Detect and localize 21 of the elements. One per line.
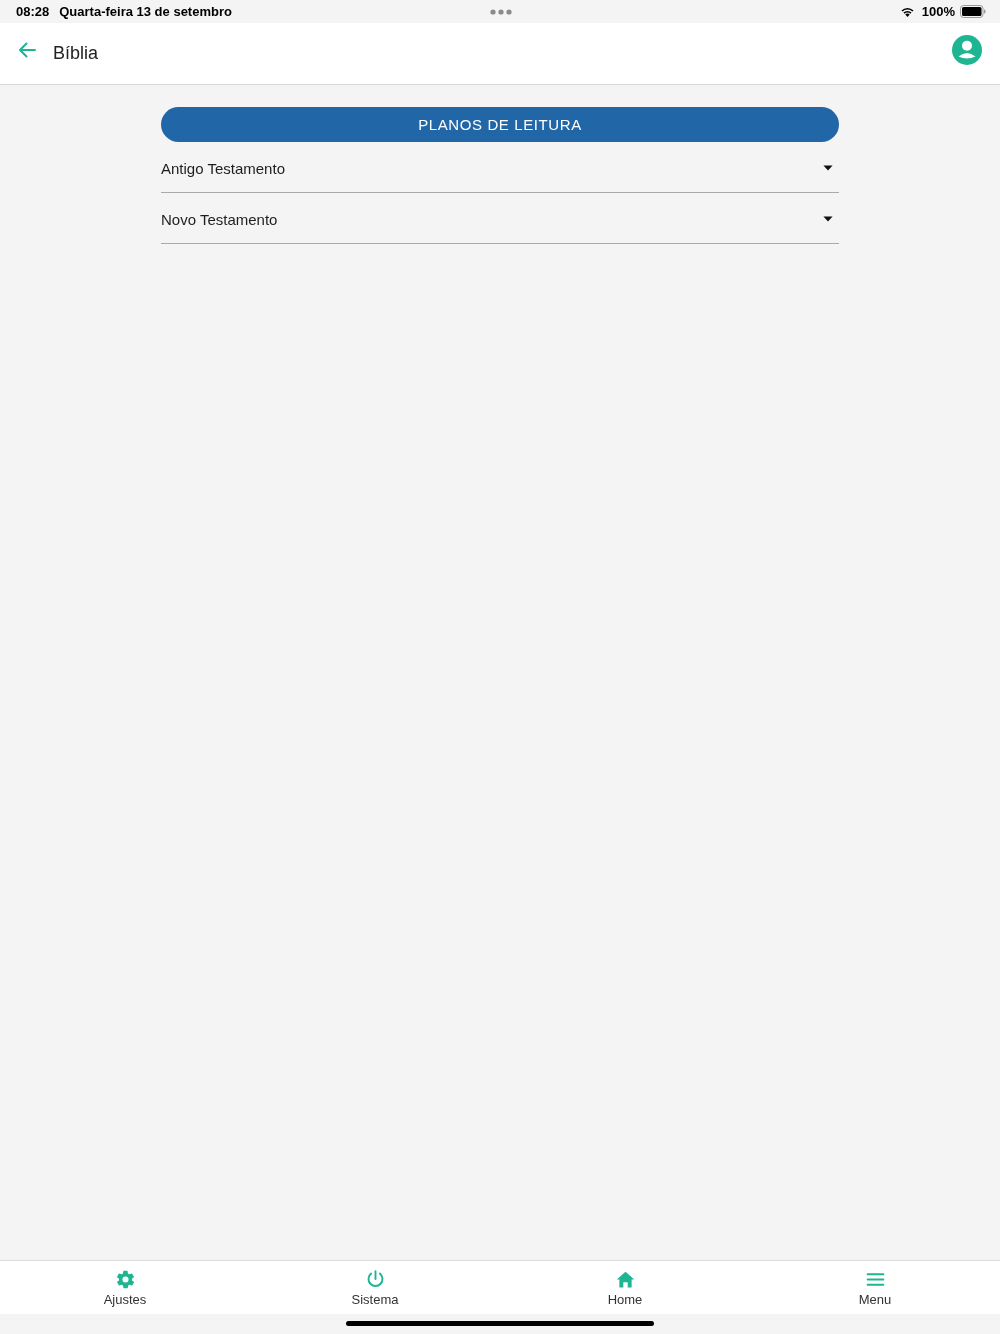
caret-icon (823, 216, 833, 222)
tab-bar-item[interactable]: Menu (750, 1261, 1000, 1314)
battery-icon (960, 5, 986, 18)
accordion-section[interactable]: Antigo Testamento (161, 142, 839, 193)
reading-plans-button[interactable]: PLANOS DE LEITURA (161, 107, 839, 142)
tab-bar-item[interactable]: Sistema (250, 1261, 500, 1314)
tab-bar-item[interactable]: Home (500, 1261, 750, 1314)
page-title: Bíblia (53, 43, 99, 64)
section-label: Antigo Testamento (161, 159, 285, 177)
wifi-icon (899, 6, 915, 17)
back-arrow-icon[interactable] (18, 41, 36, 58)
status-time: 08:28 (16, 4, 50, 19)
status-date: Quarta-feira 13 de setembro (59, 4, 232, 19)
gear-icon (114, 1268, 136, 1290)
user-avatar-icon[interactable] (952, 34, 982, 65)
caret-icon (823, 165, 833, 171)
section-label: Novo Testamento (161, 210, 278, 228)
multitasking-dots-icon[interactable] (490, 8, 512, 15)
tab-bar-item[interactable]: Ajustes (0, 1261, 250, 1314)
battery-percentage: 100% (921, 4, 955, 19)
accordion-section[interactable]: Novo Testamento (161, 193, 839, 244)
